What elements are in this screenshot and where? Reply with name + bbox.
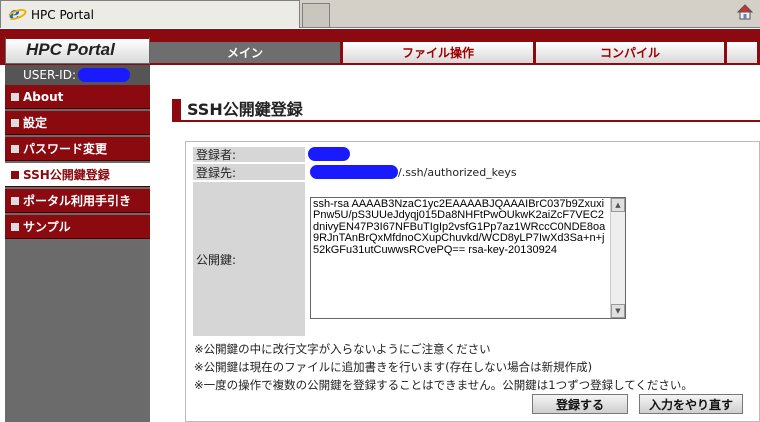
note-no-linebreak: ※公開鍵の中に改行文字が入らないようにご注意ください [194,342,491,356]
nav-tab-main[interactable]: メイン [150,42,340,63]
sidebar-item-ssh-key[interactable]: SSH公開鍵登録 [5,163,150,187]
sidebar-item-settings[interactable]: 設定 [5,111,150,135]
home-icon[interactable] [736,3,754,21]
registrant-value [308,146,350,162]
pubkey-scrollbar[interactable]: ▲ ▼ [610,198,625,318]
pubkey-label: 公開鍵: [193,182,305,336]
sidebar-item-about[interactable]: About [5,85,150,109]
user-id-bar: USER-ID: [5,65,150,85]
scroll-up-icon[interactable]: ▲ [611,198,625,212]
destination-path: /.ssh/authorized_keys [398,165,517,179]
new-tab-button[interactable] [302,3,330,27]
submit-button[interactable]: 登録する [532,394,628,414]
sidebar-item-password-change[interactable]: パスワード変更 [5,137,150,161]
notes: ※公開鍵の中に改行文字が入らないようにご注意ください ※公開鍵は現在のファイルに… [194,340,693,394]
nav-tab-compile[interactable]: コンパイル [536,42,724,63]
bullet-square-icon [11,170,19,179]
bullet-square-icon [11,222,19,231]
pubkey-text: ssh-rsa AAAAB3NzaC1yc2EAAAABJQAAAIBrC037… [313,198,606,256]
browser-tab-strip: e HPC Portal [0,0,760,28]
bullet-square-icon [11,196,19,205]
sidebar-item-sample[interactable]: サンプル [5,215,150,239]
destination-label: 登録先: [193,164,305,180]
browser-tab-title: HPC Portal [31,7,94,22]
page-title: SSH公開鍵登録 [172,99,760,122]
bullet-square-icon [11,118,19,127]
redacted-user-id [78,68,130,82]
user-id-label: USER-ID: [23,68,76,82]
sidebar: About 設定 パスワード変更 SSH公開鍵登録 ポータル利用手引き サンプル [5,85,150,422]
ie-browser-icon: e [6,4,28,24]
note-append: ※公開鍵は現在のファイルに追加書きを行います(存在しない場合は新規作成) [194,360,593,374]
main-nav: メイン ファイル操作 コンパイル [150,42,760,64]
ssh-key-form: 登録者: 登録先: /.ssh/authorized_keys 公開鍵: ssh… [185,141,760,422]
pubkey-textarea[interactable]: ssh-rsa AAAAB3NzaC1yc2EAAAABJQAAAIBrC037… [310,197,626,319]
note-one-key: ※一度の操作で複数の公開鍵を登録することはできません。公開鍵は1つずつ登録してく… [194,378,693,392]
browser-tab[interactable]: e HPC Portal [0,0,300,28]
nav-tab-file-operations[interactable]: ファイル操作 [343,42,533,63]
scroll-down-icon[interactable]: ▼ [611,304,625,318]
nav-tab-more[interactable] [727,42,757,63]
portal-logo[interactable]: HPC Portal [5,36,150,64]
reset-button[interactable]: 入力をやり直す [639,394,743,414]
sidebar-item-portal-guide[interactable]: ポータル利用手引き [5,189,150,213]
bullet-square-icon [11,144,19,153]
redacted-home-path [310,165,398,179]
destination-value: /.ssh/authorized_keys [310,164,517,180]
bullet-square-icon [11,92,19,101]
registrant-label: 登録者: [193,147,305,162]
main-content: SSH公開鍵登録 登録者: 登録先: /.ssh/authorized_keys… [150,85,760,422]
redacted-registrant [308,147,350,161]
